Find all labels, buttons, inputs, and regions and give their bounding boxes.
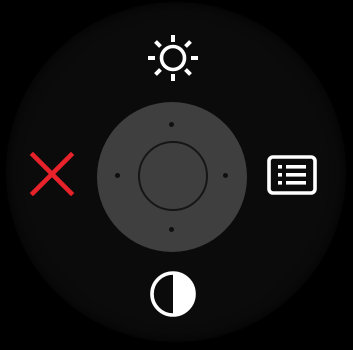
joystick-pad[interactable] — [97, 102, 247, 252]
joystick-right-indicator — [223, 173, 228, 178]
menu-list-icon — [267, 155, 317, 195]
contrast-button[interactable] — [146, 269, 202, 321]
joystick-down-indicator — [169, 227, 174, 232]
exit-button[interactable] — [29, 152, 75, 196]
joystick-center-button[interactable] — [138, 141, 208, 211]
contrast-icon — [150, 271, 196, 317]
menu-button[interactable] — [266, 154, 320, 198]
brightness-sun-icon — [148, 35, 198, 81]
close-x-icon — [29, 152, 75, 196]
joystick-up-indicator — [169, 122, 174, 127]
osd-quick-menu — [0, 0, 353, 350]
joystick-left-indicator — [115, 173, 120, 178]
brightness-button[interactable] — [145, 33, 201, 83]
